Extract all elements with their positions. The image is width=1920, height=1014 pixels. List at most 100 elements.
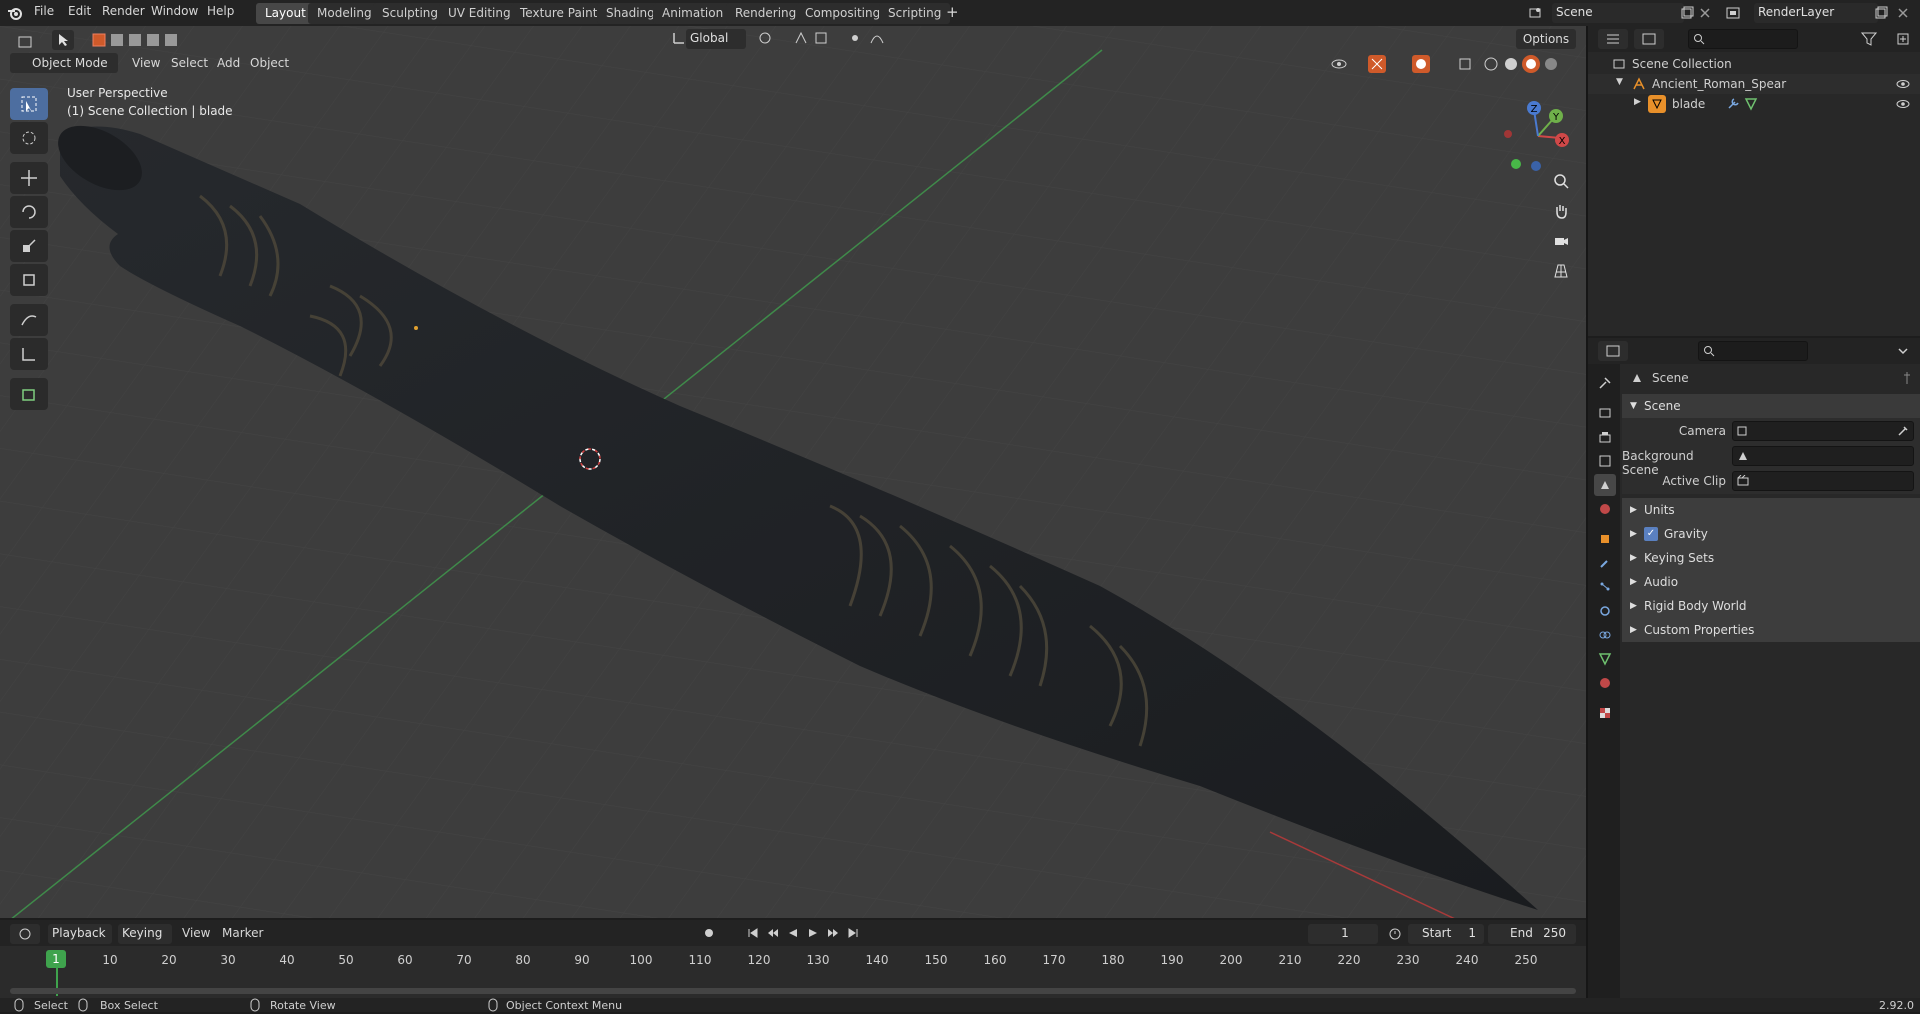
play-icon[interactable]	[804, 924, 822, 942]
filter-icon[interactable]	[1860, 30, 1878, 48]
units-panel-header[interactable]: ▶ Units	[1622, 498, 1920, 522]
camera-field[interactable]	[1732, 421, 1914, 441]
frame-ruler[interactable]: 1 10 20 30 40 50 60 70 80 90 100 110 120…	[0, 946, 1586, 998]
jump-start-icon[interactable]	[744, 924, 762, 942]
current-frame-marker[interactable]: 1	[46, 950, 66, 968]
solid-shading-icon[interactable]	[1502, 55, 1520, 73]
pin-icon[interactable]	[1898, 369, 1916, 387]
tab-sculpting[interactable]: Sculpting	[373, 3, 448, 24]
tool-cursor[interactable]	[10, 122, 48, 154]
editor-type-button[interactable]	[10, 32, 40, 52]
play-reverse-icon[interactable]	[784, 924, 802, 942]
outliner-row-scene-collection[interactable]: Scene Collection	[1588, 54, 1920, 74]
tab-data-icon[interactable]	[1594, 648, 1616, 670]
tab-tool-icon[interactable]	[1594, 372, 1616, 394]
xray-toggle-icon[interactable]	[1456, 55, 1474, 73]
outliner[interactable]: Scene Collection ▼ Ancient_Roman_Spear ▶…	[1588, 26, 1920, 336]
tab-modifiers-icon[interactable]	[1594, 552, 1616, 574]
audio-panel-header[interactable]: ▶ Audio	[1622, 570, 1920, 594]
new-scene-icon[interactable]	[1678, 4, 1696, 22]
tab-output-icon[interactable]	[1594, 426, 1616, 448]
next-keyframe-icon[interactable]	[824, 924, 842, 942]
tab-scene-icon[interactable]	[1594, 474, 1616, 496]
overlays-toggle-icon[interactable]	[1412, 55, 1430, 73]
tool-move[interactable]	[10, 162, 48, 194]
select-intersect-icon[interactable]	[162, 31, 180, 49]
select-mode-group[interactable]	[90, 30, 182, 50]
timeline-menu-marker[interactable]: Marker	[222, 926, 263, 940]
select-tool-button[interactable]	[52, 30, 74, 50]
pan-hand-icon[interactable]	[1552, 202, 1570, 220]
select-new-icon[interactable]	[90, 31, 108, 49]
timeline-editor-type-button[interactable]	[10, 924, 40, 944]
current-frame-field[interactable]: 1	[1308, 924, 1378, 944]
snap-target-icon[interactable]	[812, 29, 830, 47]
scene-panel-header[interactable]: ▼ Scene	[1622, 394, 1920, 418]
gizmo-toggle-icon[interactable]	[1368, 55, 1386, 73]
timeline-menu-view[interactable]: View	[182, 926, 210, 940]
eye-icon[interactable]	[1894, 75, 1912, 93]
rigid-body-world-panel-header[interactable]: ▶ Rigid Body World	[1622, 594, 1920, 618]
viewport-menu-object[interactable]: Object	[250, 56, 289, 70]
camera-view-icon[interactable]	[1552, 232, 1570, 250]
pivot-point-icon[interactable]	[756, 29, 774, 47]
scene-icon[interactable]	[1526, 4, 1544, 22]
end-frame-field[interactable]: End 250	[1488, 924, 1576, 944]
tab-world-icon[interactable]	[1594, 498, 1616, 520]
tab-material-icon[interactable]	[1594, 672, 1616, 694]
perspective-toggle-icon[interactable]	[1552, 262, 1570, 280]
outliner-row-blade[interactable]: ▶ blade	[1588, 94, 1920, 114]
snap-icon[interactable]	[792, 29, 810, 47]
object-mode-dropdown[interactable]: Object Mode	[10, 53, 118, 73]
tool-transform[interactable]	[10, 264, 48, 296]
material-shading-icon[interactable]	[1522, 55, 1540, 73]
tool-rotate[interactable]	[10, 196, 48, 228]
properties-search-input[interactable]	[1698, 341, 1808, 361]
proportional-edit-icon[interactable]	[846, 29, 864, 47]
outliner-editor-type-button[interactable]	[1598, 29, 1628, 49]
new-collection-icon[interactable]	[1894, 30, 1912, 48]
tab-physics-icon[interactable]	[1594, 600, 1616, 622]
tool-add-cube[interactable]	[10, 378, 48, 410]
record-icon[interactable]	[700, 924, 718, 942]
blender-logo-icon[interactable]	[6, 4, 24, 22]
tab-constraints-icon[interactable]	[1594, 624, 1616, 646]
gravity-checkbox[interactable]: ✓	[1644, 527, 1658, 541]
timeline-scrollbar[interactable]	[10, 988, 1576, 994]
properties-editor-type-button[interactable]	[1598, 341, 1628, 361]
menu-window[interactable]: Window	[151, 4, 198, 18]
select-invert-icon[interactable]	[144, 31, 162, 49]
viewport-menu-select[interactable]: Select	[171, 56, 208, 70]
tab-layout[interactable]: Layout	[256, 3, 315, 24]
playback-menu[interactable]: Playback	[48, 924, 112, 944]
menu-help[interactable]: Help	[207, 4, 234, 18]
visibility-icon[interactable]	[1330, 55, 1348, 73]
expand-arrow-icon[interactable]: ▶	[1634, 97, 1641, 107]
tab-render-icon[interactable]	[1594, 402, 1616, 424]
wireframe-shading-icon[interactable]	[1482, 55, 1500, 73]
new-view-layer-icon[interactable]	[1872, 4, 1890, 22]
outliner-row-empty[interactable]: ▼ Ancient_Roman_Spear	[1588, 74, 1920, 94]
tool-select-box[interactable]	[10, 88, 48, 120]
3d-viewport[interactable]: Global Options Object Mode View Select A…	[0, 26, 1586, 918]
tool-annotate[interactable]	[10, 304, 48, 336]
falloff-icon[interactable]	[868, 29, 886, 47]
tab-texture-paint[interactable]: Texture Paint	[511, 3, 607, 24]
delete-view-layer-icon[interactable]	[1894, 4, 1912, 22]
view-layer-icon[interactable]	[1724, 4, 1742, 22]
add-workspace-button[interactable]: +	[946, 3, 959, 21]
scene-selector[interactable]: Scene	[1552, 3, 1684, 23]
delete-scene-icon[interactable]	[1696, 4, 1714, 22]
menu-file[interactable]: File	[34, 4, 54, 18]
tab-scripting[interactable]: Scripting	[879, 3, 951, 24]
transform-orientation-dropdown[interactable]: Global	[686, 29, 746, 49]
properties-editor[interactable]: Scene ▼ Scene Camera Background Scene Ac…	[1588, 338, 1920, 998]
background-scene-field[interactable]	[1732, 446, 1914, 466]
select-subtract-icon[interactable]	[126, 31, 144, 49]
properties-options-chevron-icon[interactable]	[1894, 342, 1912, 360]
custom-properties-panel-header[interactable]: ▶ Custom Properties	[1622, 618, 1920, 642]
rendered-shading-icon[interactable]	[1542, 55, 1560, 73]
keying-menu[interactable]: Keying	[118, 924, 172, 944]
tab-animation[interactable]: Animation	[653, 3, 733, 24]
expand-arrow-icon[interactable]: ▼	[1616, 77, 1623, 87]
